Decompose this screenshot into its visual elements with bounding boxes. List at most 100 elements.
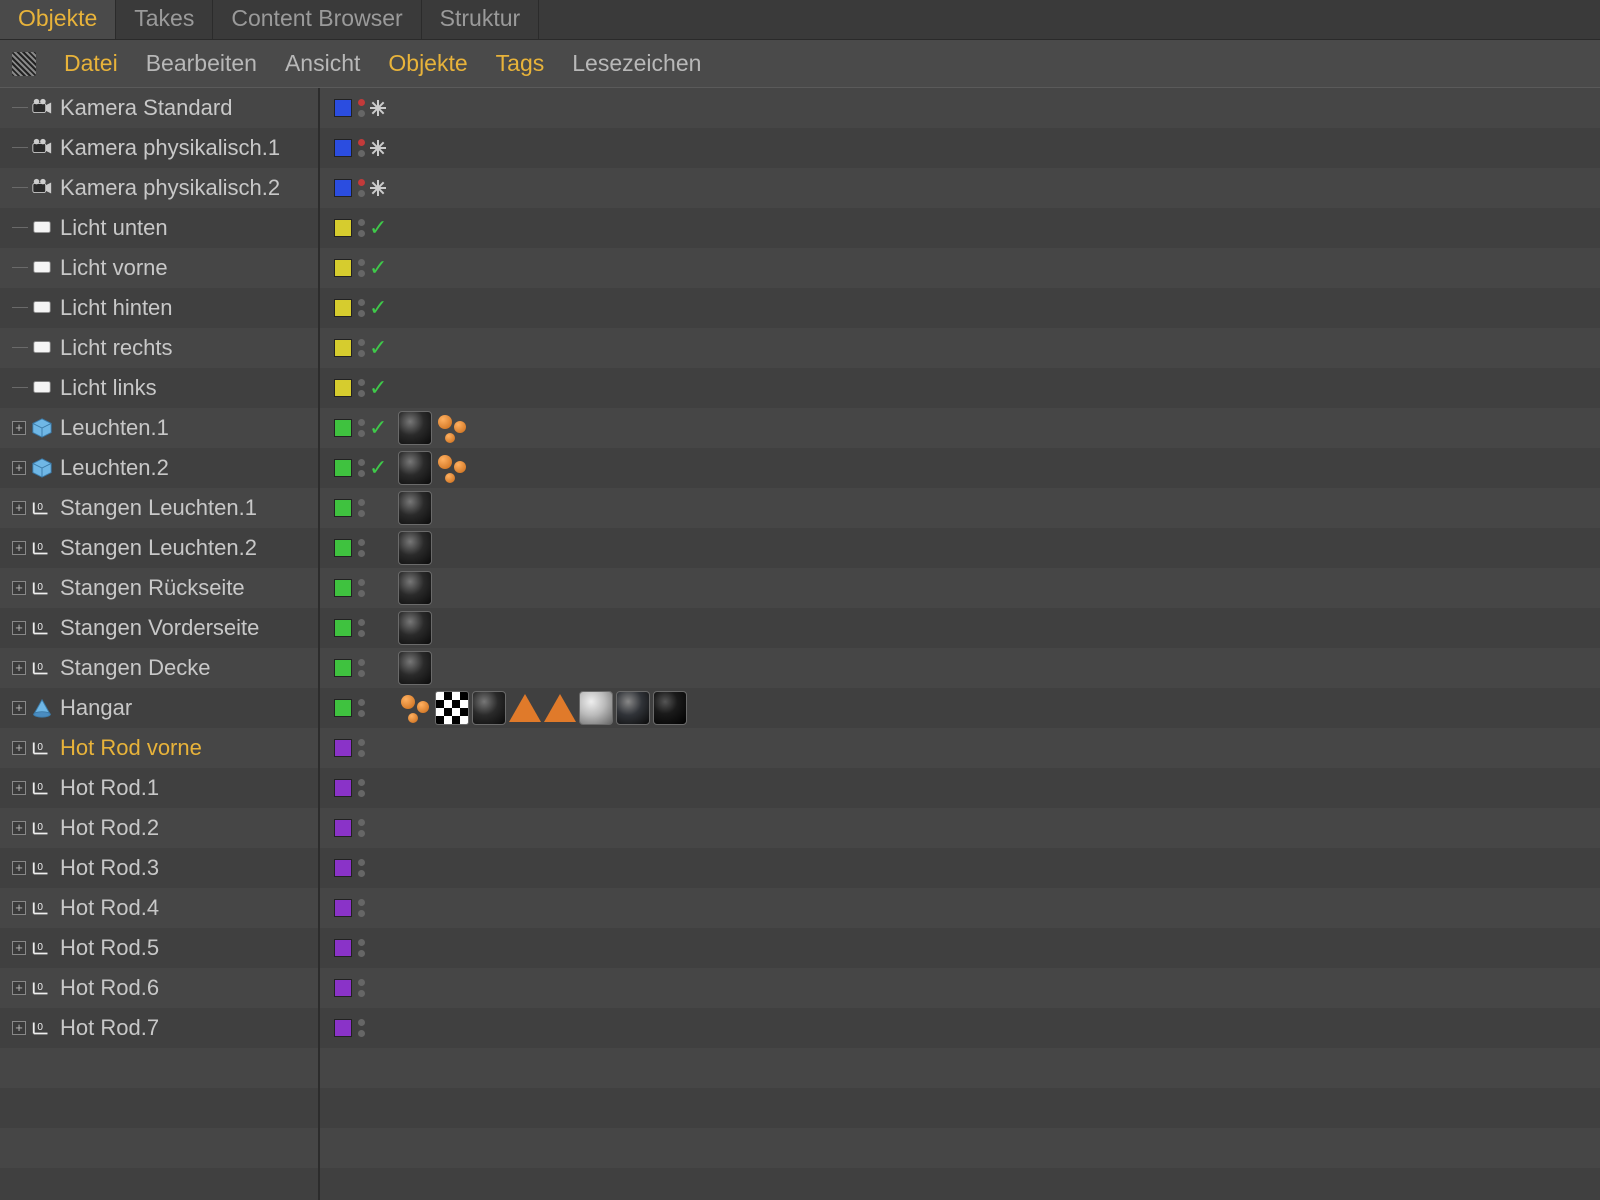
object-name-label[interactable]: Kamera physikalisch.1 [60,135,280,161]
material-tag-icon[interactable] [398,651,432,685]
visibility-dots[interactable] [358,139,365,157]
object-row[interactable]: + Hot Rod.7 [0,1008,318,1048]
render-enabled-icon[interactable]: ✓ [369,295,387,321]
layer-color-swatch[interactable] [334,579,352,597]
material-tag-icon[interactable] [398,531,432,565]
material-tag-icon[interactable] [398,491,432,525]
expand-toggle[interactable]: + [12,581,26,595]
material-tag-icon[interactable] [398,571,432,605]
layer-color-swatch[interactable] [334,699,352,717]
object-row[interactable]: Licht vorne [0,248,318,288]
render-enabled-icon[interactable]: ✓ [369,255,387,281]
visibility-dots[interactable] [358,179,365,197]
tab-objekte[interactable]: Objekte [0,0,116,39]
object-name-label[interactable]: Stangen Leuchten.2 [60,535,257,561]
menu-ansicht[interactable]: Ansicht [285,50,360,77]
expand-toggle[interactable]: + [12,501,26,515]
object-row[interactable]: + Stangen Leuchten.1 [0,488,318,528]
menu-tags[interactable]: Tags [496,50,545,77]
visibility-dots[interactable] [358,939,365,957]
expand-toggle[interactable]: + [12,541,26,555]
layer-color-swatch[interactable] [334,619,352,637]
object-name-label[interactable]: Licht unten [60,215,168,241]
object-name-label[interactable]: Hot Rod.4 [60,895,159,921]
material-tag-icon[interactable] [579,691,613,725]
uvw-tag-icon[interactable] [435,691,469,725]
object-row[interactable]: Kamera physikalisch.1 [0,128,318,168]
object-name-label[interactable]: Hot Rod.7 [60,1015,159,1041]
layer-color-swatch[interactable] [334,779,352,797]
render-enabled-icon[interactable]: ✓ [369,375,387,401]
dynamics-tag-icon[interactable] [435,451,469,485]
render-enabled-icon[interactable]: ✓ [369,335,387,361]
object-row[interactable]: + Hot Rod vorne [0,728,318,768]
expand-toggle[interactable]: + [12,821,26,835]
object-row[interactable]: Licht unten [0,208,318,248]
visibility-dots[interactable] [358,339,365,357]
object-name-label[interactable]: Leuchten.2 [60,455,169,481]
layer-color-swatch[interactable] [334,859,352,877]
object-tree[interactable]: Kamera Standard Kamera physikalisch.1 Kame… [0,88,318,1200]
object-row[interactable]: + Hot Rod.3 [0,848,318,888]
object-row[interactable]: Licht rechts [0,328,318,368]
view-mode-icon[interactable] [12,52,36,76]
layer-color-swatch[interactable] [334,339,352,357]
expand-toggle[interactable]: + [12,1021,26,1035]
visibility-dots[interactable] [358,859,365,877]
expand-toggle[interactable]: + [12,661,26,675]
expand-toggle[interactable]: + [12,701,26,715]
object-tags-column[interactable]: ✓✓✓✓✓✓✓ [320,88,1600,1200]
object-row[interactable]: Kamera physikalisch.2 [0,168,318,208]
object-name-label[interactable]: Stangen Leuchten.1 [60,495,257,521]
material-tag-icon[interactable] [616,691,650,725]
expand-toggle[interactable]: + [12,421,26,435]
object-row[interactable]: +Hot Rod.5 [0,928,318,968]
expand-toggle[interactable]: + [12,901,26,915]
object-row[interactable]: + Stangen Rückseite [0,568,318,608]
visibility-dots[interactable] [358,819,365,837]
object-row[interactable]: + Hot Rod.4 [0,888,318,928]
expand-toggle[interactable]: + [12,741,26,755]
object-row[interactable]: + Hangar [0,688,318,728]
layer-color-swatch[interactable] [334,739,352,757]
object-name-label[interactable]: Licht links [60,375,157,401]
object-name-label[interactable]: Hangar [60,695,132,721]
visibility-dots[interactable] [358,379,365,397]
dynamics-tag-icon[interactable] [435,411,469,445]
layer-color-swatch[interactable] [334,259,352,277]
expand-toggle[interactable]: + [12,861,26,875]
render-enabled-icon[interactable]: ✓ [369,215,387,241]
visibility-dots[interactable] [358,699,365,717]
object-row[interactable]: + Stangen Decke [0,648,318,688]
visibility-dots[interactable] [358,899,365,917]
visibility-dots[interactable] [358,739,365,757]
object-row[interactable]: Licht hinten [0,288,318,328]
layer-color-swatch[interactable] [334,819,352,837]
menu-lesezeichen[interactable]: Lesezeichen [572,50,701,77]
layer-color-swatch[interactable] [334,419,352,437]
object-name-label[interactable]: Licht hinten [60,295,173,321]
phong-tag-icon[interactable] [509,694,541,722]
layer-color-swatch[interactable] [334,899,352,917]
menu-datei[interactable]: Datei [64,50,118,77]
visibility-dots[interactable] [358,1019,365,1037]
visibility-dots[interactable] [358,579,365,597]
object-row[interactable]: +Leuchten.1 [0,408,318,448]
visibility-dots[interactable] [358,299,365,317]
material-tag-icon[interactable] [653,691,687,725]
layer-color-swatch[interactable] [334,499,352,517]
object-name-label[interactable]: Stangen Rückseite [60,575,245,601]
object-row[interactable]: Kamera Standard [0,88,318,128]
expand-toggle[interactable]: + [12,461,26,475]
object-name-label[interactable]: Hot Rod.2 [60,815,159,841]
layer-color-swatch[interactable] [334,1019,352,1037]
visibility-dots[interactable] [358,499,365,517]
object-name-label[interactable]: Hot Rod vorne [60,735,202,761]
object-name-label[interactable]: Stangen Decke [60,655,210,681]
render-enabled-icon[interactable]: ✓ [369,415,387,441]
layer-color-swatch[interactable] [334,379,352,397]
visibility-dots[interactable] [358,779,365,797]
object-row[interactable]: + Leuchten.2 [0,448,318,488]
object-name-label[interactable]: Hot Rod.3 [60,855,159,881]
layer-color-swatch[interactable] [334,139,352,157]
